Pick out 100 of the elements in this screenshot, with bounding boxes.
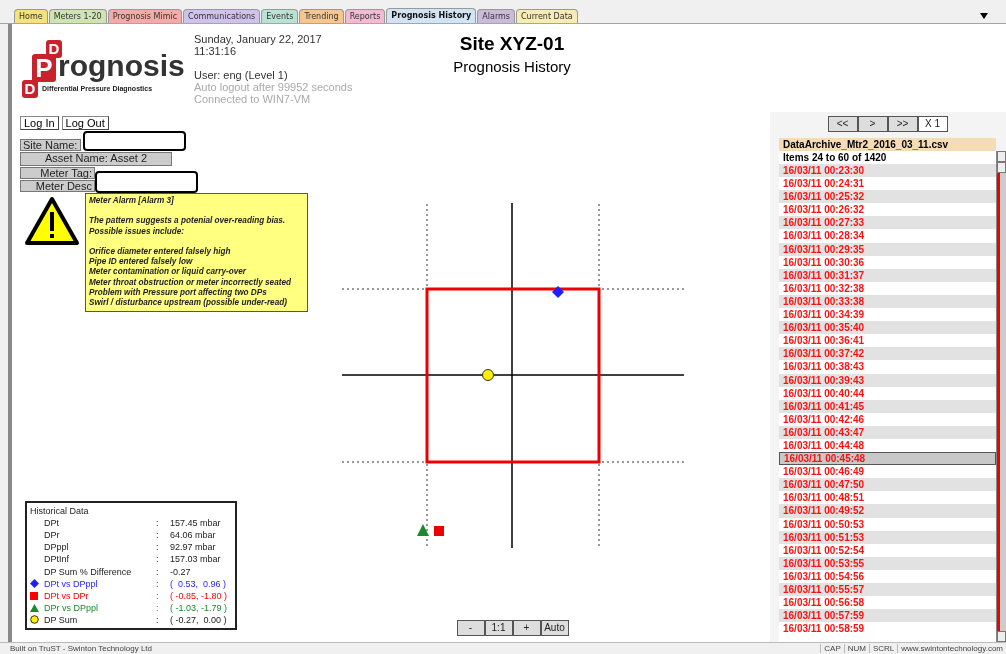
warning-icon <box>24 196 80 246</box>
data-value: 157.45 mbar <box>170 517 221 530</box>
zoom-button[interactable]: - <box>456 620 485 636</box>
info-field: Asset Name: Asset 2 <box>20 152 172 166</box>
tab[interactable]: Prognosis Mimic <box>107 9 183 23</box>
separator-text: : <box>156 613 160 626</box>
login-button[interactable]: Log In <box>20 116 59 130</box>
issue-text: Swirl / disturbance upstream (possible under-read) <box>89 298 288 309</box>
tab[interactable]: Reports <box>344 9 386 23</box>
archive-list-item[interactable]: 16/03/11 00:50:53 <box>779 517 996 531</box>
data-value: 64.06 mbar <box>170 529 216 542</box>
archive-list-item[interactable]: 16/03/11 00:29:35 <box>779 242 996 256</box>
archive-list-item[interactable]: 16/03/11 00:57:59 <box>779 609 996 623</box>
data-value: ( -0.27, 0.00 ) <box>170 613 227 626</box>
scroll-up-icon[interactable] <box>997 162 1006 173</box>
info-field: Site Name: <box>20 139 81 151</box>
archive-list-item[interactable]: 16/03/11 00:51:53 <box>779 530 996 544</box>
login-button[interactable]: Log Out <box>61 116 109 130</box>
archive-list-item[interactable]: 16/03/11 00:56:58 <box>779 596 996 610</box>
archive-file-name: DataArchive_Mtr2_2016_03_11.csv <box>779 138 996 151</box>
archive-list-item[interactable]: 16/03/11 00:44:48 <box>779 438 996 453</box>
archive-list-item[interactable]: 16/03/11 00:47:50 <box>779 478 996 492</box>
panel-title: Historical Data <box>30 505 90 518</box>
archive-list-item[interactable]: 16/03/11 00:38:43 <box>779 360 996 374</box>
archive-list-item[interactable]: 16/03/11 00:33:38 <box>779 294 996 309</box>
issue-text: Meter throat obstruction or meter incorrectly seated <box>89 277 292 288</box>
archive-list-item[interactable]: 16/03/11 00:34:39 <box>779 308 996 322</box>
site-title: Site XYZ-01 <box>458 33 566 55</box>
archive-list-item[interactable]: 16/03/11 00:39:43 <box>779 373 996 387</box>
separator-text: : <box>156 517 160 530</box>
archive-list-item[interactable]: 16/03/11 00:41:45 <box>779 399 996 413</box>
archive-list-item[interactable]: 16/03/11 00:53:55 <box>779 556 996 570</box>
key-indicator: NUM <box>843 644 869 653</box>
archive-list-item[interactable]: 16/03/11 00:52:54 <box>779 543 996 557</box>
archive-list-item[interactable]: 16/03/11 00:55:57 <box>779 583 996 597</box>
archive-list-item[interactable]: 16/03/11 00:28:34 <box>779 229 996 243</box>
archive-list-item[interactable]: 16/03/11 00:37:42 <box>779 347 996 361</box>
archive-list-item[interactable]: 16/03/11 00:27:33 <box>779 216 996 230</box>
archive-list-item[interactable]: 16/03/11 00:25:32 <box>779 190 996 204</box>
key-indicator: SCRL <box>868 644 898 653</box>
archive-list-item[interactable]: 16/03/11 00:48:51 <box>779 491 996 505</box>
archive-list-item[interactable]: 16/03/11 00:45:48 <box>779 452 996 466</box>
archive-list-item[interactable]: 16/03/11 00:24:31 <box>779 177 996 191</box>
info-field: Meter Tag: <box>20 167 95 179</box>
scroll-down-icon[interactable] <box>997 631 1006 642</box>
data-value: 157.03 mbar <box>170 553 221 566</box>
tab[interactable]: Home <box>14 9 48 23</box>
data-label: DPt <box>43 517 60 530</box>
tab[interactable]: Events <box>261 9 299 23</box>
diamond-point <box>552 286 564 298</box>
archive-list-item[interactable]: 16/03/11 00:54:56 <box>779 569 996 583</box>
tab[interactable]: Prognosis History <box>386 8 477 23</box>
scrollbar[interactable] <box>996 151 1006 642</box>
triangle-point <box>417 524 429 536</box>
data-value: 92.97 mbar <box>170 541 216 554</box>
archive-list-item[interactable]: 16/03/11 00:42:46 <box>779 412 996 426</box>
date-text: Sunday, January 22, 2017 <box>194 33 323 45</box>
nav-button[interactable]: X 1 <box>917 116 948 132</box>
user-text: User: eng (Level 1) <box>194 69 289 81</box>
data-value: ( -0.85, -1.80 ) <box>170 589 228 602</box>
zoom-button[interactable]: + <box>512 620 541 636</box>
archive-list-item[interactable]: 16/03/11 00:31:37 <box>779 268 996 282</box>
separator-text: : <box>156 529 160 542</box>
nav-button[interactable]: << <box>827 116 858 132</box>
issue-text: Orifice diameter entered falsely high <box>89 246 232 257</box>
separator-text: : <box>156 601 160 614</box>
nav-button[interactable]: >> <box>887 116 918 132</box>
tab[interactable]: Alarms <box>477 9 515 23</box>
archive-list-item[interactable]: 16/03/11 00:23:30 <box>779 164 996 178</box>
item-range-text: Items 24 to 60 of 1420 <box>782 151 888 164</box>
data-value: -0.27 <box>170 565 191 578</box>
tab[interactable]: Communications <box>183 9 261 23</box>
tab[interactable]: Trending <box>299 9 344 23</box>
separator-text: : <box>156 541 160 554</box>
archive-list-item[interactable]: 16/03/11 00:46:49 <box>779 465 996 479</box>
data-value: ( 0.53, 0.96 ) <box>170 577 227 590</box>
archive-list-item[interactable]: 16/03/11 00:30:36 <box>779 255 996 269</box>
archive-list-item[interactable]: 16/03/11 00:58:59 <box>779 622 996 636</box>
archive-list-item[interactable]: 16/03/11 00:43:47 <box>779 425 996 439</box>
tab[interactable]: Meters 1-20 <box>48 9 107 23</box>
issue-text: Pipe ID entered falsely low <box>89 257 194 267</box>
separator-text: : <box>156 577 160 590</box>
archive-list-item[interactable]: 16/03/11 00:32:38 <box>779 281 996 295</box>
page-subtitle: Prognosis History <box>452 58 572 75</box>
issue-text: Meter contamination or liquid carry-over <box>89 267 248 278</box>
square-point <box>434 526 444 536</box>
archive-list-item[interactable]: 16/03/11 00:49:52 <box>779 504 996 518</box>
issues-heading: Possible issues include: <box>89 226 186 237</box>
zoom-button[interactable]: 1:1 <box>484 620 513 636</box>
archive-list-item[interactable]: 16/03/11 00:36:41 <box>779 334 996 348</box>
zoom-button[interactable]: Auto <box>540 620 569 636</box>
archive-list-item[interactable]: 16/03/11 00:40:44 <box>779 386 996 400</box>
data-label: DP Sum % Difference <box>43 565 133 578</box>
data-label: DPtInf <box>43 553 70 566</box>
tab[interactable]: Current Data <box>516 9 578 23</box>
scroll-top-icon[interactable] <box>997 151 1006 162</box>
archive-list-item[interactable]: 16/03/11 00:35:40 <box>779 321 996 335</box>
archive-list-item[interactable]: 16/03/11 00:26:32 <box>779 203 996 217</box>
nav-button[interactable]: > <box>857 116 888 132</box>
dropdown-arrow-icon[interactable] <box>980 13 988 19</box>
